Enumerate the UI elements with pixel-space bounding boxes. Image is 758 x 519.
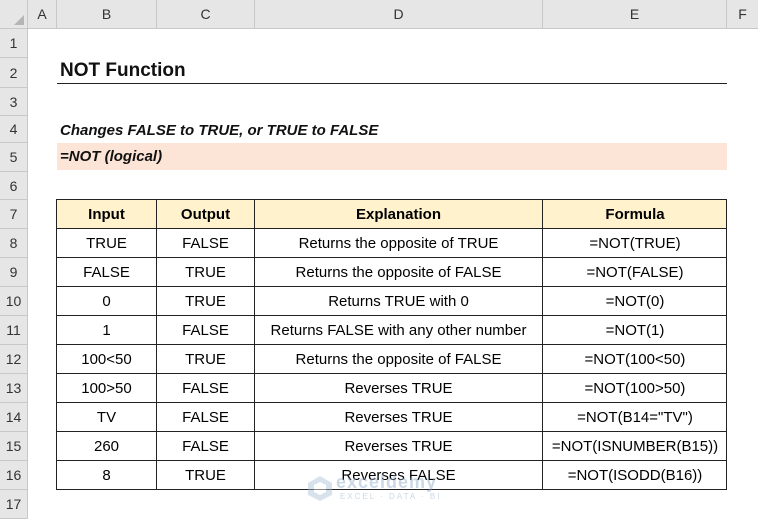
- row-header-3[interactable]: 3: [0, 88, 28, 116]
- row-header-13[interactable]: 13: [0, 374, 28, 403]
- cell-explanation[interactable]: Returns FALSE with any other number: [255, 316, 543, 345]
- row-header-12[interactable]: 12: [0, 345, 28, 374]
- cell-explanation[interactable]: Reverses TRUE: [255, 432, 543, 461]
- select-all-icon: [14, 15, 24, 25]
- header-explanation[interactable]: Explanation: [255, 200, 543, 229]
- cell-input[interactable]: 100<50: [57, 345, 157, 374]
- cell-explanation[interactable]: Reverses TRUE: [255, 374, 543, 403]
- cell-input[interactable]: 0: [57, 287, 157, 316]
- row-header-6[interactable]: 6: [0, 172, 28, 200]
- cell-formula[interactable]: =NOT(FALSE): [543, 258, 727, 287]
- row-header-17[interactable]: 17: [0, 490, 28, 519]
- cell-formula[interactable]: =NOT(ISNUMBER(B15)): [543, 432, 727, 461]
- cell-formula[interactable]: =NOT(ISODD(B16)): [543, 461, 727, 490]
- page-title[interactable]: NOT Function: [57, 58, 727, 84]
- column-header-c[interactable]: C: [157, 0, 255, 28]
- cell-input[interactable]: TRUE: [57, 229, 157, 258]
- cell-output[interactable]: FALSE: [157, 229, 255, 258]
- cell-formula[interactable]: =NOT(100>50): [543, 374, 727, 403]
- watermark-tagline: EXCEL · DATA · BI: [340, 492, 442, 501]
- row-header-11[interactable]: 11: [0, 316, 28, 345]
- header-formula[interactable]: Formula: [543, 200, 727, 229]
- row-header-7[interactable]: 7: [0, 200, 28, 229]
- exceldemy-logo-icon: [308, 476, 332, 501]
- column-header-b[interactable]: B: [57, 0, 157, 28]
- row-header-1[interactable]: 1: [0, 29, 28, 58]
- cell-output[interactable]: FALSE: [157, 432, 255, 461]
- cell-explanation[interactable]: Returns the opposite of FALSE: [255, 258, 543, 287]
- column-header-d[interactable]: D: [255, 0, 543, 28]
- cell-output[interactable]: TRUE: [157, 345, 255, 374]
- cell-output[interactable]: TRUE: [157, 258, 255, 287]
- column-header-f[interactable]: F: [727, 0, 758, 28]
- cell-formula[interactable]: =NOT(1): [543, 316, 727, 345]
- spreadsheet: A B C D E F 1 2 3 4 5 6 7 8 9 10 11 12 13 14 15 16 17 NO…: [0, 0, 758, 519]
- cell-formula[interactable]: =NOT(100<50): [543, 345, 727, 374]
- row-header-2[interactable]: 2: [0, 58, 28, 88]
- row-header-16[interactable]: 16: [0, 461, 28, 490]
- column-header-e[interactable]: E: [543, 0, 727, 28]
- cell-input[interactable]: FALSE: [57, 258, 157, 287]
- function-description[interactable]: Changes FALSE to TRUE, or TRUE to FALSE: [57, 118, 727, 143]
- cell-explanation[interactable]: Returns the opposite of TRUE: [255, 229, 543, 258]
- cell-output[interactable]: FALSE: [157, 374, 255, 403]
- cell-formula[interactable]: =NOT(TRUE): [543, 229, 727, 258]
- select-all-corner[interactable]: [0, 0, 28, 28]
- column-header-bar: A B C D E F: [0, 0, 758, 29]
- cell-input[interactable]: 8: [57, 461, 157, 490]
- column-header-a[interactable]: A: [28, 0, 57, 28]
- row-header-10[interactable]: 10: [0, 287, 28, 316]
- cell-output[interactable]: TRUE: [157, 461, 255, 490]
- cell-formula[interactable]: =NOT(0): [543, 287, 727, 316]
- watermark-name: exceldemy: [336, 472, 438, 492]
- cell-output[interactable]: TRUE: [157, 287, 255, 316]
- cell-explanation[interactable]: Returns the opposite of FALSE: [255, 345, 543, 374]
- cell-output[interactable]: FALSE: [157, 403, 255, 432]
- cell-explanation[interactable]: Reverses TRUE: [255, 403, 543, 432]
- row-header-5[interactable]: 5: [0, 143, 28, 172]
- row-header-8[interactable]: 8: [0, 229, 28, 258]
- function-syntax[interactable]: =NOT (logical): [57, 143, 727, 170]
- watermark: exceldemy EXCEL · DATA · BI: [306, 470, 456, 504]
- cell-input[interactable]: TV: [57, 403, 157, 432]
- cell-input[interactable]: 1: [57, 316, 157, 345]
- cell-explanation[interactable]: Returns TRUE with 0: [255, 287, 543, 316]
- table-header-row: Input Output Explanation Formula: [57, 200, 727, 229]
- cell-input[interactable]: 100>50: [57, 374, 157, 403]
- cell-output[interactable]: FALSE: [157, 316, 255, 345]
- row-header-14[interactable]: 14: [0, 403, 28, 432]
- row-header-15[interactable]: 15: [0, 432, 28, 461]
- header-output[interactable]: Output: [157, 200, 255, 229]
- row-header-4[interactable]: 4: [0, 116, 28, 143]
- row-header-9[interactable]: 9: [0, 258, 28, 287]
- cell-formula[interactable]: =NOT(B14="TV"): [543, 403, 727, 432]
- cell-input[interactable]: 260: [57, 432, 157, 461]
- header-input[interactable]: Input: [57, 200, 157, 229]
